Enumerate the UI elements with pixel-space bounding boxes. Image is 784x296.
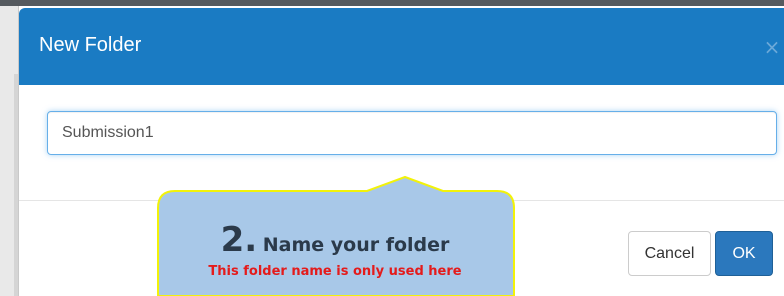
- background-page-strip: [0, 6, 18, 296]
- dialog-footer-divider: [19, 200, 784, 201]
- callout-heading: 2. Name your folder: [175, 220, 495, 260]
- close-icon[interactable]: ×: [759, 32, 784, 62]
- dialog-header: New Folder ×: [19, 8, 784, 85]
- step-label: Name your folder: [262, 234, 450, 256]
- callout-note: This folder name is only used here: [208, 264, 462, 279]
- step-number: 2.: [220, 220, 258, 260]
- folder-name-input[interactable]: [47, 111, 777, 155]
- cancel-button[interactable]: Cancel: [628, 231, 711, 276]
- dialog-title: New Folder: [39, 34, 142, 56]
- ok-button[interactable]: OK: [715, 231, 773, 276]
